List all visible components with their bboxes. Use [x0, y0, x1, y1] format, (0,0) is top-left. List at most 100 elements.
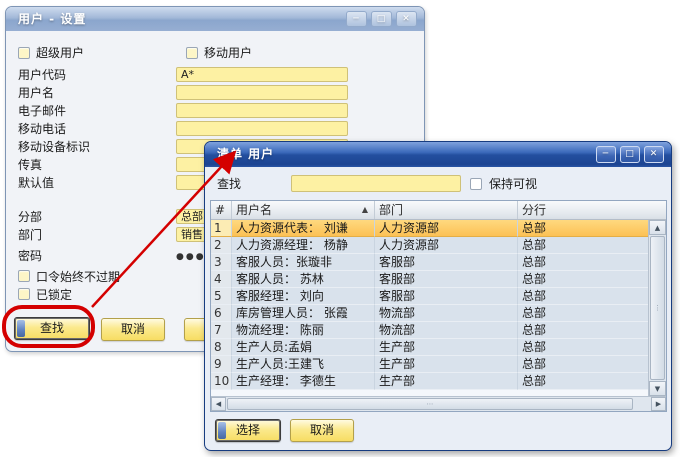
top-checkbox-row: 超级用户 移动用户 [18, 44, 354, 61]
maximize-icon[interactable]: □ [371, 11, 392, 27]
field-input[interactable] [176, 120, 348, 136]
field-input[interactable]: A* [176, 66, 348, 82]
cell-username[interactable]: 物流经理： 陈丽 [232, 322, 375, 339]
cell-department[interactable]: 客服部 [375, 288, 518, 305]
cell-branch[interactable]: 总部 [518, 322, 648, 339]
window-title: 清单 用户 [217, 147, 275, 161]
find-input[interactable] [291, 175, 461, 192]
cell-branch[interactable]: 总部 [518, 271, 648, 288]
cell-department[interactable]: 客服部 [375, 271, 518, 288]
cell-department[interactable]: 客服部 [375, 254, 518, 271]
table-row[interactable]: 4 客服人员： 苏林 客服部 总部 [211, 271, 648, 288]
minimize-icon[interactable]: ─ [596, 146, 616, 163]
cell-username[interactable]: 客服人员：张璇非 [232, 254, 375, 271]
select-button[interactable]: 选择 [215, 419, 281, 442]
close-icon[interactable]: ✕ [396, 11, 417, 27]
table-row[interactable]: 2 人力资源经理： 杨静 人力资源部 总部 [211, 237, 648, 254]
checkbox-label: 保持可视 [489, 177, 538, 191]
window-user-list: 清单 用户 ─ □ ✕ 查找 保持可视 # 用户名 ▲ 部门 分行 1 人力资源… [204, 141, 672, 451]
field-label: 移动设备标识 [18, 139, 91, 154]
cell-department[interactable]: 生产部 [375, 356, 518, 373]
col-header-username[interactable]: 用户名 ▲ [232, 201, 375, 219]
cell-branch[interactable]: 总部 [518, 373, 648, 390]
cell-branch[interactable]: 总部 [518, 288, 648, 305]
field-label: 用户代码 [18, 67, 67, 82]
cell-department[interactable]: 人力资源部 [375, 220, 518, 237]
checkbox-label: 口令始终不过期 [36, 269, 121, 284]
close-icon[interactable]: ✕ [644, 146, 664, 163]
window-title: 用户 - 设置 [18, 12, 87, 26]
checkbox-item[interactable]: 已锁定 [18, 285, 120, 303]
checkbox-icon[interactable] [18, 270, 30, 282]
checkbox-item[interactable]: 口令始终不过期 [18, 267, 120, 285]
col-header-num[interactable]: # [211, 201, 232, 219]
cell-branch[interactable]: 总部 [518, 254, 648, 271]
cell-branch[interactable]: 总部 [518, 237, 648, 254]
cell-username[interactable]: 人力资源代表： 刘谦 [232, 220, 375, 237]
cell-department[interactable]: 人力资源部 [375, 237, 518, 254]
field-input[interactable] [176, 102, 348, 118]
cancel-button[interactable]: 取消 [290, 419, 354, 442]
table-header: # 用户名 ▲ 部门 分行 [211, 201, 666, 220]
checkbox-item[interactable]: 移动用户 [186, 44, 354, 61]
cell-username[interactable]: 客服人员： 苏林 [232, 271, 375, 288]
cell-num: 8 [211, 339, 232, 356]
cell-username[interactable]: 生产经理： 李德生 [232, 373, 375, 390]
window-controls: ─ □ ✕ [346, 11, 417, 27]
checkbox-icon[interactable] [18, 288, 30, 300]
vertical-scroll-thumb[interactable]: ⋮ [650, 236, 665, 380]
table-row[interactable]: 1 人力资源代表： 刘谦 人力资源部 总部 [211, 220, 648, 237]
cell-num: 6 [211, 305, 232, 322]
col-header-branch[interactable]: 分行 [518, 201, 648, 219]
password-label: 密码 [18, 249, 43, 263]
cell-branch[interactable]: 总部 [518, 339, 648, 356]
checkbox-item[interactable]: 超级用户 [18, 44, 186, 61]
table-row[interactable]: 8 生产人员:孟娟 生产部 总部 [211, 339, 648, 356]
table-row[interactable]: 3 客服人员：张璇非 客服部 总部 [211, 254, 648, 271]
cell-num: 9 [211, 356, 232, 373]
cell-branch[interactable]: 总部 [518, 220, 648, 237]
maximize-icon[interactable]: □ [620, 146, 640, 163]
scroll-down-icon[interactable]: ▼ [649, 381, 666, 396]
table-row[interactable]: 10 生产经理： 李德生 生产部 总部 [211, 373, 648, 390]
table-row[interactable]: 9 生产人员:王建飞 生产部 总部 [211, 356, 648, 373]
col-header-department[interactable]: 部门 [375, 201, 518, 219]
field-input[interactable] [176, 84, 348, 100]
horizontal-scroll-thumb[interactable]: ⋯ [227, 398, 633, 410]
checkbox-label: 已锁定 [36, 287, 73, 302]
scroll-up-icon[interactable]: ▲ [649, 220, 666, 235]
user-table: # 用户名 ▲ 部门 分行 1 人力资源代表： 刘谦 人力资源部 总部 2 人力… [210, 200, 667, 412]
table-row[interactable]: 6 库房管理人员： 张霞 物流部 总部 [211, 305, 648, 322]
table-row[interactable]: 5 客服经理： 刘向 客服部 总部 [211, 288, 648, 305]
keep-visible-checkbox[interactable]: 保持可视 [470, 175, 537, 192]
horizontal-scrollbar[interactable]: ◀ ⋯ ▶ [211, 396, 666, 411]
cell-username[interactable]: 客服经理： 刘向 [232, 288, 375, 305]
cell-branch[interactable]: 总部 [518, 305, 648, 322]
cell-username[interactable]: 人力资源经理： 杨静 [232, 237, 375, 254]
field-row: 用户代码 A* [18, 65, 348, 83]
table-rows: 1 人力资源代表： 刘谦 人力资源部 总部 2 人力资源经理： 杨静 人力资源部… [211, 220, 648, 396]
cell-username[interactable]: 生产人员:王建飞 [232, 356, 375, 373]
cell-username[interactable]: 生产人员:孟娟 [232, 339, 375, 356]
table-row[interactable]: 7 物流经理： 陈丽 物流部 总部 [211, 322, 648, 339]
cell-department[interactable]: 生产部 [375, 373, 518, 390]
cell-department[interactable]: 生产部 [375, 339, 518, 356]
cell-username[interactable]: 库房管理人员： 张霞 [232, 305, 375, 322]
field-row: 电子邮件 [18, 101, 348, 119]
cell-num: 10 [211, 373, 232, 390]
scroll-left-icon[interactable]: ◀ [211, 397, 226, 411]
cancel-button[interactable]: 取消 [101, 318, 165, 341]
find-button[interactable]: 查找 [14, 317, 90, 340]
minimize-icon[interactable]: ─ [346, 11, 367, 27]
titlebar-user-settings[interactable]: 用户 - 设置 ─ □ ✕ [6, 7, 424, 31]
field-label: 分部 [18, 209, 43, 224]
checkbox-icon[interactable] [18, 46, 30, 59]
checkbox-icon[interactable] [186, 46, 198, 59]
titlebar-user-list[interactable]: 清单 用户 ─ □ ✕ [205, 142, 671, 167]
cell-branch[interactable]: 总部 [518, 356, 648, 373]
checkbox-icon[interactable] [470, 177, 482, 190]
vertical-scrollbar[interactable]: ▲ ⋮ ▼ [648, 220, 666, 396]
scroll-right-icon[interactable]: ▶ [651, 397, 666, 411]
cell-department[interactable]: 物流部 [375, 322, 518, 339]
cell-department[interactable]: 物流部 [375, 305, 518, 322]
